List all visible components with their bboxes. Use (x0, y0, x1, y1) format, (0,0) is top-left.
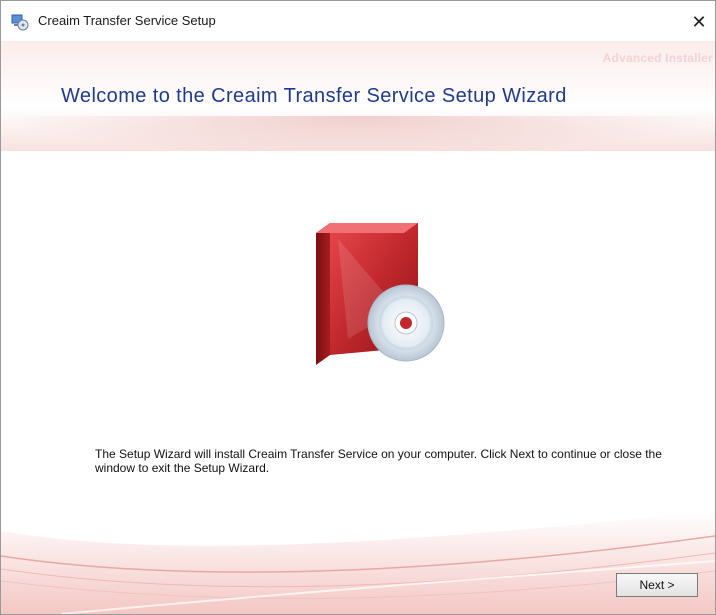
title-bar: Creaim Transfer Service Setup ✕ (1, 1, 715, 41)
setup-icon (11, 13, 29, 31)
footer-decoration (1, 501, 715, 614)
brand-watermark: Advanced Installer (602, 51, 713, 65)
window-title: Creaim Transfer Service Setup (38, 13, 216, 28)
software-box-cd-icon (308, 219, 448, 371)
close-icon: ✕ (691, 11, 707, 32)
close-button[interactable]: ✕ (683, 7, 715, 37)
page-title: Welcome to the Creaim Transfer Service S… (61, 85, 567, 107)
next-button[interactable]: Next > (616, 573, 698, 597)
header-fade (1, 116, 715, 156)
setup-window: Creaim Transfer Service Setup ✕ Advanced… (0, 0, 716, 615)
description-text: The Setup Wizard will install Creaim Tra… (95, 447, 662, 475)
